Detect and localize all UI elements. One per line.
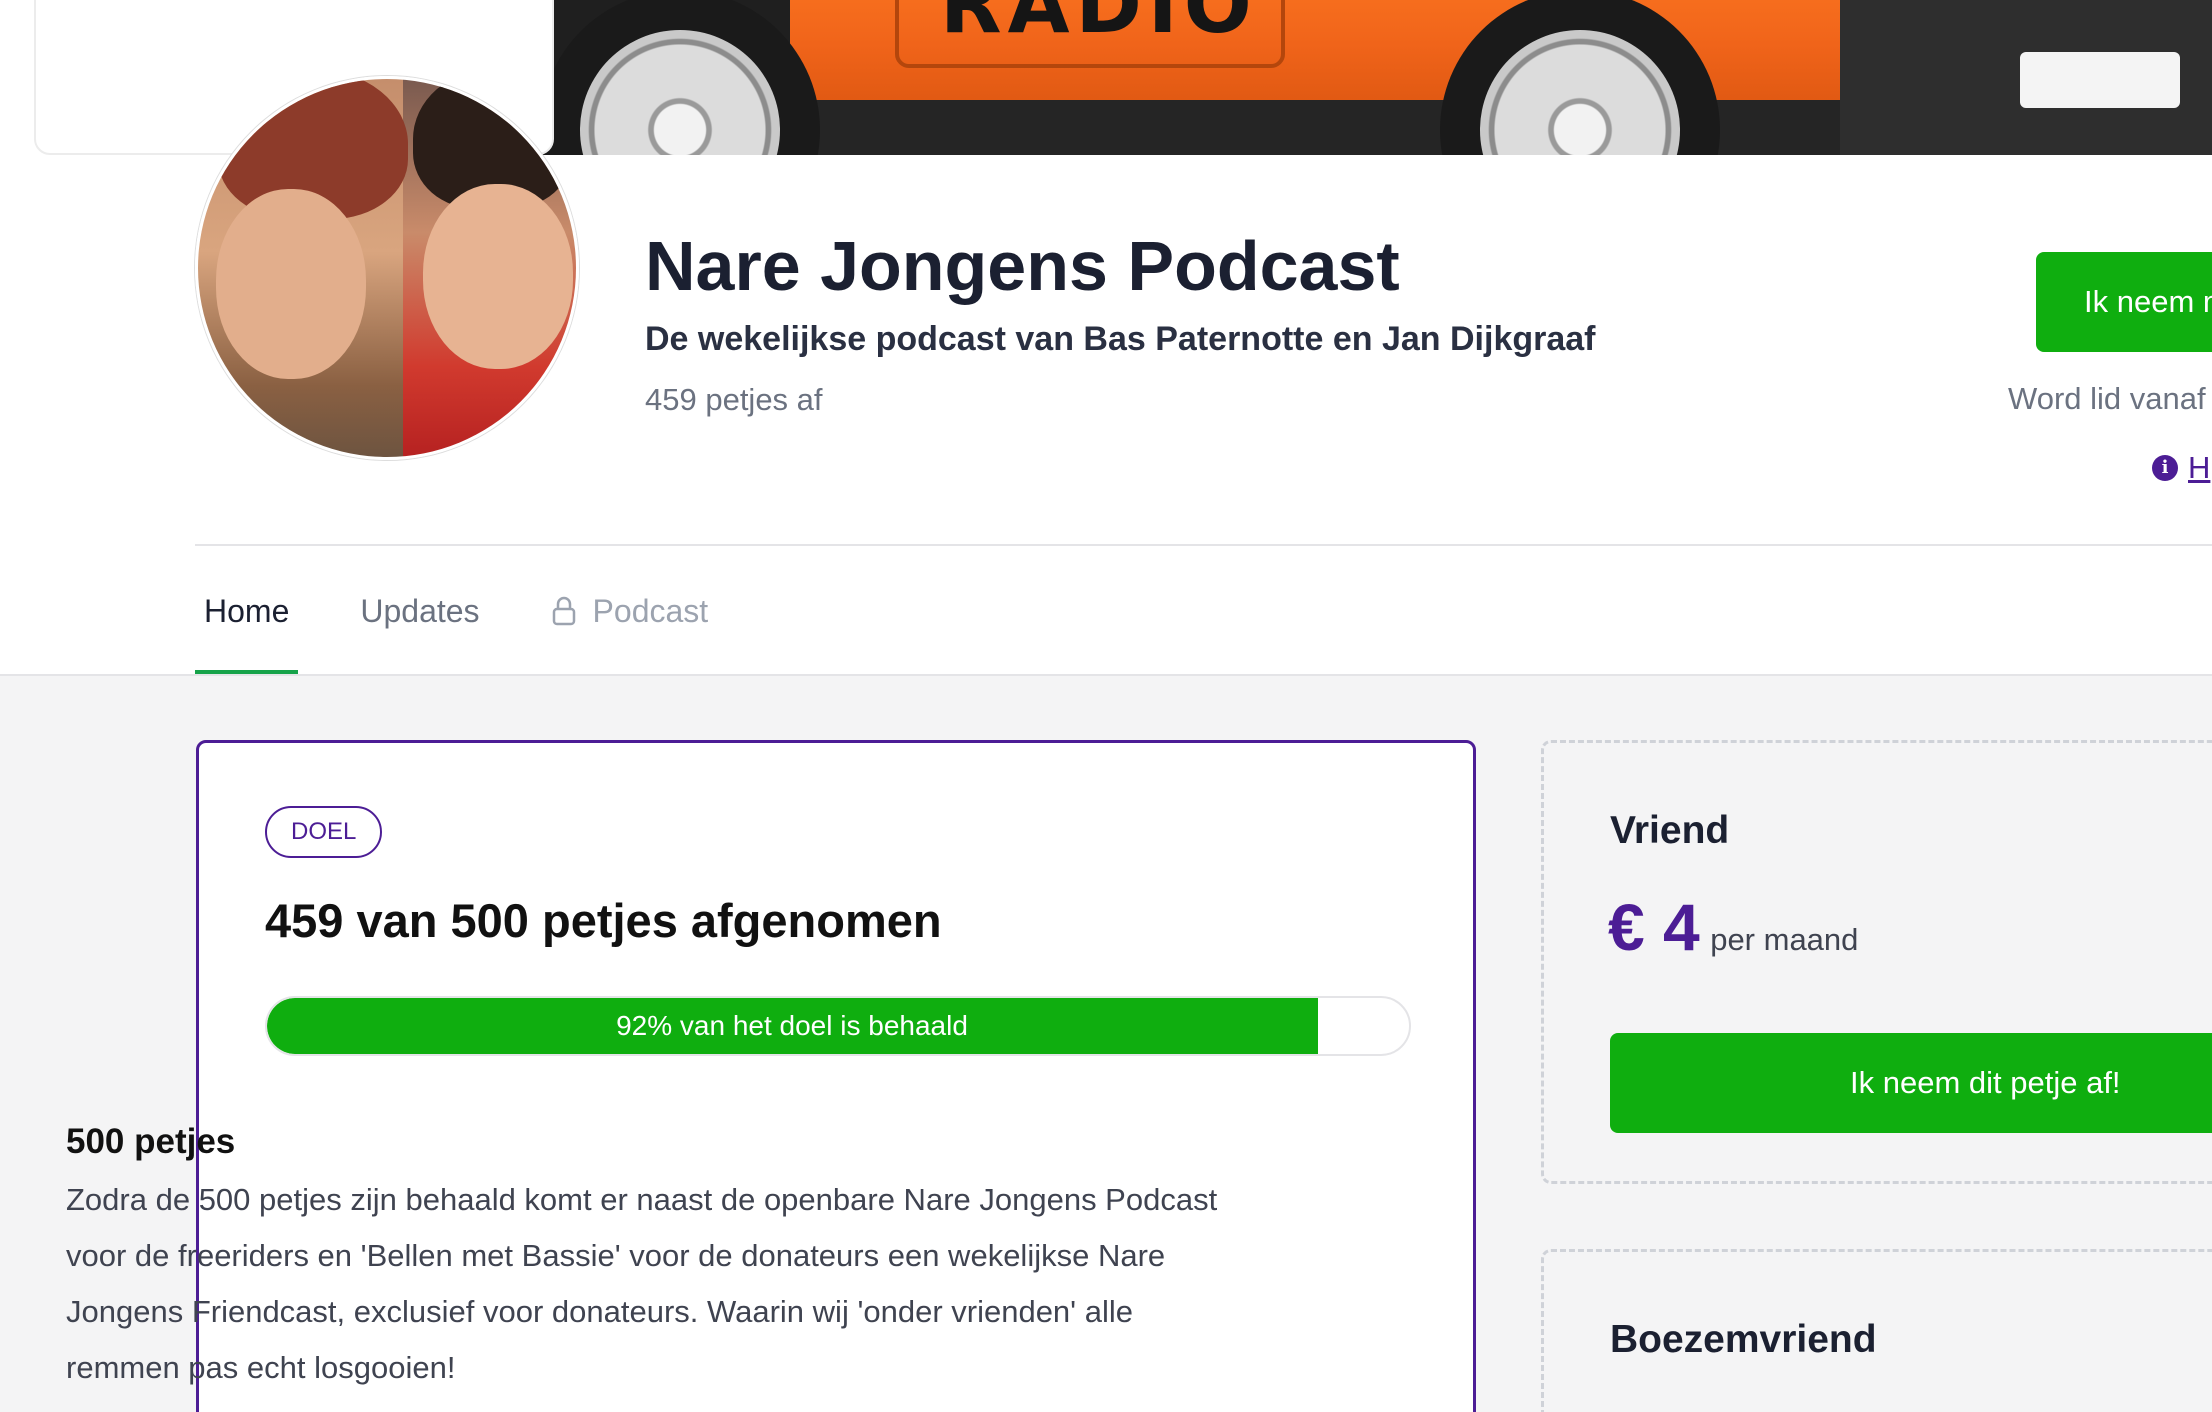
tier-subscribe-button[interactable]: Ik neem dit petje af! bbox=[1610, 1033, 2212, 1133]
goal-title: 459 van 500 petjes afgenomen bbox=[265, 894, 942, 947]
goal-badge: DOEL bbox=[265, 806, 383, 858]
tier-price: € 4 per maand bbox=[1608, 889, 1858, 965]
tier-price-amount: € 4 bbox=[1608, 890, 1700, 964]
info-link[interactable]: i H bbox=[2152, 450, 2212, 486]
license-plate bbox=[2020, 52, 2180, 108]
lock-icon bbox=[552, 596, 575, 626]
avatar-face-right bbox=[423, 184, 573, 369]
page-subtitle: De wekelijkse podcast van Bas Paternotte… bbox=[645, 320, 1596, 358]
info-icon: i bbox=[2152, 455, 2178, 481]
tab-podcast[interactable]: Podcast bbox=[542, 548, 718, 674]
tier-price-period: per maand bbox=[1710, 922, 1859, 957]
banner-radio-text: RADIO bbox=[940, 0, 1258, 51]
tab-updates[interactable]: Updates bbox=[351, 548, 488, 674]
goal-progress-label: 92% van het doel is behaald bbox=[616, 1010, 968, 1041]
avatar-face-left bbox=[216, 189, 366, 379]
creator-avatar bbox=[195, 76, 579, 460]
tab-home-label: Home bbox=[204, 592, 290, 629]
tab-home[interactable]: Home bbox=[195, 548, 299, 674]
info-link-label: H bbox=[2188, 450, 2211, 485]
tab-bar: Home Updates Podcast bbox=[195, 548, 770, 674]
goal-description: Zodra de 500 petjes zijn behaald komt er… bbox=[66, 1182, 1218, 1385]
page-title: Nare Jongens Podcast bbox=[645, 227, 1400, 305]
car-wheel-front bbox=[540, 0, 820, 155]
supporter-count: 459 petjes af bbox=[645, 382, 823, 417]
tier-name: Boezemvriend bbox=[1610, 1318, 1877, 1361]
goal-subtitle: 500 petjes bbox=[66, 1122, 236, 1161]
tabs-divider bbox=[195, 544, 2212, 546]
tier-card-vriend: Vriend € 4 per maand Ik neem dit petje a… bbox=[1541, 740, 2212, 1184]
join-button[interactable]: Ik neem m bbox=[2036, 252, 2212, 352]
tab-updates-label: Updates bbox=[360, 592, 480, 629]
page: RADIO Nare Jongens Podcast De wekelijkse… bbox=[0, 0, 2212, 1412]
join-price-note: Word lid vanaf bbox=[2008, 381, 2206, 416]
tier-name: Vriend bbox=[1610, 809, 1730, 852]
tab-podcast-label: Podcast bbox=[592, 592, 709, 629]
cover-banner-image: RADIO bbox=[540, 0, 2212, 155]
tier-card-boezemvriend: Boezemvriend bbox=[1541, 1249, 2212, 1412]
goal-progress-bar: 92% van het doel is behaald bbox=[265, 996, 1411, 1056]
